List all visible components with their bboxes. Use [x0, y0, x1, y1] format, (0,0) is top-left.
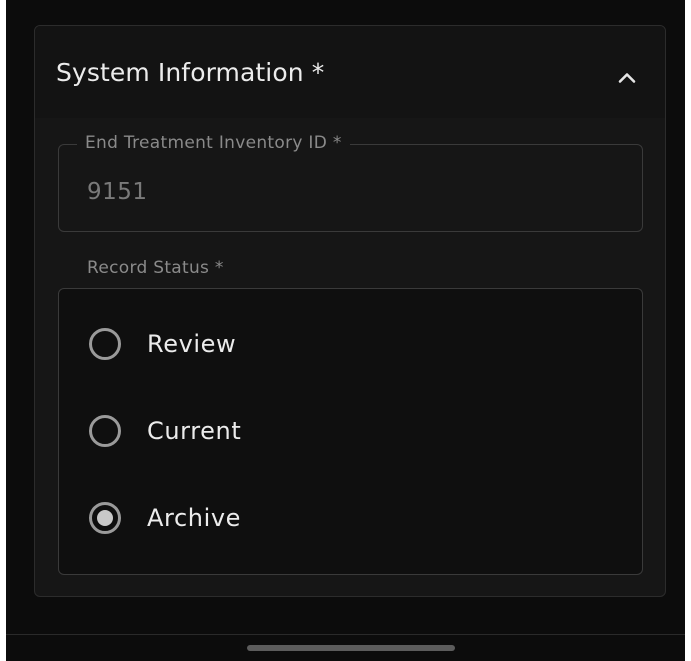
collapse-button[interactable] — [607, 58, 647, 98]
radio-button-current[interactable] — [89, 415, 121, 447]
record-status-radio-group: Review Current Archive — [58, 288, 643, 575]
app-screen: System Information * End Treatment Inven… — [6, 0, 685, 661]
radio-label-archive: Archive — [147, 504, 242, 532]
inventory-id-field[interactable]: End Treatment Inventory ID * 9151 — [58, 133, 643, 232]
inventory-id-label: End Treatment Inventory ID * — [77, 133, 350, 153]
system-information-card: System Information * End Treatment Inven… — [34, 25, 666, 597]
home-indicator[interactable] — [247, 645, 455, 651]
record-status-label: Record Status * — [87, 258, 224, 278]
radio-label-current: Current — [147, 417, 242, 445]
radio-label-review: Review — [147, 330, 237, 358]
inventory-id-value: 9151 — [87, 179, 148, 205]
radio-option-current[interactable]: Current — [89, 409, 389, 453]
section-header[interactable]: System Information * — [35, 26, 665, 118]
radio-option-review[interactable]: Review — [89, 322, 389, 366]
chevron-up-icon — [618, 73, 636, 83]
radio-option-archive[interactable]: Archive — [89, 496, 389, 540]
radio-button-review[interactable] — [89, 328, 121, 360]
bottom-divider — [6, 634, 685, 635]
section-title: System Information * — [56, 58, 325, 87]
radio-button-archive[interactable] — [89, 502, 121, 534]
